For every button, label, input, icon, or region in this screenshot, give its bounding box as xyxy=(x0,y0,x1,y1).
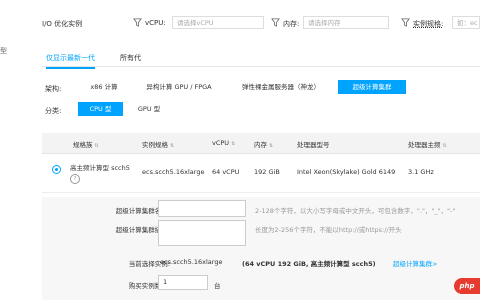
cluster-desc-label: 超级计算集群描述: xyxy=(115,226,170,234)
category-option-gpu[interactable]: GPU 型 xyxy=(128,102,170,116)
column-header-frequency[interactable]: 处理器主频 ⇅ xyxy=(408,139,447,149)
column-header-vcpu[interactable]: vCPU ⇅ xyxy=(212,139,235,147)
current-instance-detail: (64 vCPU 192 GiB, 高主频计算型 scch5) xyxy=(242,260,376,268)
sidebar-label: 型 xyxy=(0,47,7,55)
table-header: 规格族 ⇅ 实例规格 ⇅ vCPU ⇅ 内存 ⇅ 处理器型号 处理器主频 ⇅ xyxy=(42,133,480,154)
vcpu-filter-label: vCPU: xyxy=(145,19,166,27)
radio-dot xyxy=(55,168,58,171)
io-optimized-label: I/O 优化实例 xyxy=(42,20,83,28)
cell-family: 高主频计算型 scch5 xyxy=(70,164,130,172)
filter-icon xyxy=(401,18,410,29)
cluster-name-label: 超级计算集群名称: xyxy=(115,207,170,215)
quantity-label: 购买实例数量: xyxy=(128,282,170,290)
column-header-family[interactable]: 规格族 ⇅ xyxy=(73,139,99,149)
sort-icon[interactable]: ⇅ xyxy=(443,143,447,149)
sort-icon[interactable]: ⇅ xyxy=(95,143,99,149)
quantity-input[interactable]: 1 xyxy=(158,275,208,290)
row-radio[interactable] xyxy=(52,165,61,174)
cell-memory: 192 GiB xyxy=(254,168,280,176)
tab-all-generations[interactable]: 所有代 xyxy=(120,53,141,63)
cluster-desc-textarea[interactable] xyxy=(158,220,246,246)
arch-option-bare-metal[interactable]: 弹性裸金属服务器（神龙） xyxy=(230,80,332,94)
tab-divider xyxy=(42,66,480,67)
table-row[interactable]: 高主频计算型 scch5 ? ecs.scch5.16xlarge 64 vCP… xyxy=(42,154,480,193)
cluster-desc-hint: 长度为2-256个字符，不能以http://或https://开头 xyxy=(255,226,402,234)
cluster-name-input[interactable] xyxy=(158,200,246,217)
cluster-name-hint: 2-128个字符，以大小写字母或中文开头，可包含数字，"."，"_"，"-" xyxy=(255,207,456,215)
category-option-cpu[interactable]: CPU 型 xyxy=(78,102,123,116)
arch-option-gpu-fpga[interactable]: 异构计算 GPU / FPGA xyxy=(134,80,224,94)
filter-icon xyxy=(133,18,142,29)
php-watermark-logo: php xyxy=(454,278,480,294)
sort-icon[interactable]: ⇅ xyxy=(170,143,174,149)
current-instance-label: 当前选择实例: xyxy=(128,260,170,268)
column-header-memory[interactable]: 内存 ⇅ xyxy=(254,139,273,149)
vcpu-select[interactable]: 请选择vCPU xyxy=(172,16,264,29)
sort-icon[interactable]: ⇅ xyxy=(269,143,273,149)
cell-vcpu: 64 vCPU xyxy=(212,168,240,176)
cell-spec: ecs.scch5.16xlarge xyxy=(142,168,205,176)
quantity-unit: 台 xyxy=(214,282,221,290)
current-instance-spec: ecs.scch5.16xlarge xyxy=(160,258,223,266)
spec-input[interactable]: 如：ec xyxy=(452,16,480,29)
column-header-cpu-model: 处理器型号 xyxy=(297,141,330,149)
super-computing-cluster-link[interactable]: 超级计算集群> xyxy=(393,258,437,268)
arch-option-x86[interactable]: x86 计算 xyxy=(78,80,130,94)
cell-cpu-model: Intel Xeon(Skylake) Gold 6149 xyxy=(297,168,396,176)
memory-filter-label: 内存: xyxy=(283,20,300,28)
help-icon[interactable]: ? xyxy=(70,174,80,184)
category-label: 分类: xyxy=(45,107,62,115)
filter-icon xyxy=(271,18,280,29)
arch-option-super-computing-cluster[interactable]: 超级计算集群 xyxy=(338,80,406,94)
arch-label: 架构: xyxy=(45,85,62,93)
sort-icon[interactable]: ⇅ xyxy=(231,141,235,147)
left-sidebar: 型 xyxy=(0,0,30,300)
memory-select[interactable]: 请选择内存 xyxy=(303,16,389,29)
cell-frequency: 3.1 GHz xyxy=(408,168,434,176)
spec-filter-label: 实例规格: xyxy=(413,20,444,28)
column-header-spec[interactable]: 实例规格 ⇅ xyxy=(142,139,174,149)
